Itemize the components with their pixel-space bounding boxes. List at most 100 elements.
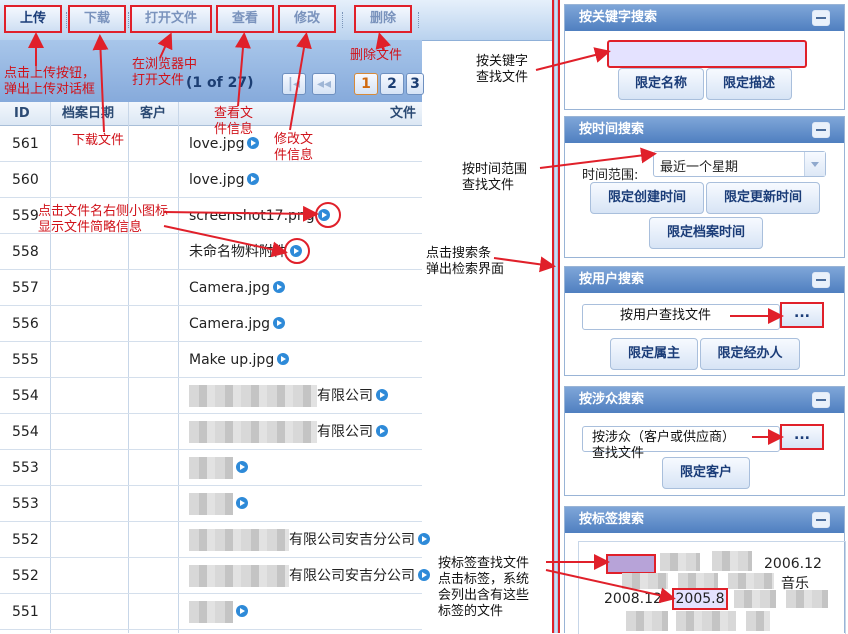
table-row[interactable]: 560 love.jpg [0,162,422,198]
view-button[interactable]: 查看 [216,5,274,33]
file-info-icon[interactable] [236,497,248,509]
file-info-icon[interactable] [236,605,248,617]
limit-created-time-button[interactable]: 限定创建时间 [590,182,704,214]
limit-archive-time-button[interactable]: 限定档案时间 [649,217,763,249]
tag-item[interactable] [660,553,700,571]
file-name-text: love.jpg [189,172,245,188]
table-row[interactable]: 556 Camera.jpg [0,306,422,342]
choose-party-button[interactable]: ... [780,424,824,450]
file-info-icon[interactable] [418,533,430,545]
limit-name-button[interactable]: 限定名称 [618,68,704,100]
file-info-icon[interactable] [247,173,260,185]
search-splitter-bar[interactable] [552,0,560,633]
delete-button[interactable]: 删除 [354,5,412,33]
file-info-icon[interactable] [273,281,286,293]
tag-item[interactable] [626,611,668,631]
tag-item[interactable] [622,573,668,589]
file-name-link[interactable]: 有限公司安吉分公司 [189,522,430,558]
column-archive-date[interactable]: 档案日期 [62,102,114,125]
tag-item[interactable] [678,573,718,589]
table-row[interactable]: 558 未命名物料附件 [0,234,422,270]
column-client[interactable]: 客户 [140,102,166,125]
file-name-link[interactable]: 有限公司 [189,414,388,450]
annotation-keyword: 按关键字 查找文件 [476,54,529,85]
annotation-open-file: 在浏览器中 打开文件 [132,57,198,88]
file-info-icon[interactable] [376,425,388,437]
collapse-icon[interactable] [812,10,830,26]
file-name-link[interactable]: Camera.jpg [189,270,286,306]
tag-item-selected[interactable]: 2005.8 [672,588,728,610]
row-id: 557 [12,280,39,296]
tag-item[interactable] [746,611,770,631]
column-id[interactable]: ID [14,102,30,125]
time-range-select[interactable]: 最近一个星期 [653,151,826,177]
tag-item[interactable]: 2008.12 [604,591,662,607]
tag-item[interactable] [712,551,752,571]
upload-button[interactable]: 上传 [4,5,62,33]
row-id: 552 [12,532,39,548]
keyword-input[interactable] [607,40,807,68]
table-row[interactable]: 553 [0,450,422,486]
tag-item[interactable] [606,554,656,574]
file-info-icon[interactable] [236,461,248,473]
table-row[interactable]: 552 有限公司安吉分公司 [0,522,430,558]
collapse-icon[interactable] [812,512,830,528]
file-info-icon[interactable] [277,353,290,365]
file-name-text: 有限公司安吉分公司 [289,568,415,584]
file-name-link[interactable] [189,594,248,630]
open-file-button[interactable]: 打开文件 [130,5,212,33]
panel-title[interactable]: 按关键字搜索 [565,5,844,31]
file-info-icon[interactable] [418,569,430,581]
row-id: 554 [12,388,39,404]
table-row[interactable]: 551 [0,594,422,630]
limit-handler-button[interactable]: 限定经办人 [700,338,800,370]
redacted-text [189,493,233,515]
collapse-icon[interactable] [812,122,830,138]
tag-item[interactable] [734,590,776,608]
annotation-time: 按时间范围 查找文件 [462,162,528,193]
column-file[interactable]: 文件 [390,102,416,125]
panel-title[interactable]: 按涉众搜索 [565,387,844,413]
panel-title[interactable]: 按用户搜索 [565,267,844,293]
file-name-link[interactable]: 有限公司安吉分公司 [189,558,430,594]
choose-user-button[interactable]: ... [780,302,824,328]
file-info-icon[interactable] [247,137,260,149]
tag-item[interactable] [676,611,736,631]
annotation-file-icon: 点击文件名右侧小图标 显示文件简略信息 [38,204,169,235]
table-row[interactable]: 553 [0,486,422,522]
table-row[interactable]: 552 有限公司安吉分公司 [0,558,430,594]
first-page-button[interactable]: |◂ [282,73,306,95]
time-range-label: 时间范围: [582,168,639,183]
table-row[interactable]: 557 Camera.jpg [0,270,422,306]
tag-item[interactable] [728,573,774,589]
file-info-icon[interactable] [273,317,286,329]
file-name-link[interactable]: Make up.jpg [189,342,290,378]
prev-page-button[interactable]: ◂◂ [312,73,336,95]
collapse-icon[interactable] [812,272,830,288]
file-name-link[interactable]: screenshot17.png [189,198,330,234]
table-row[interactable]: 555 Make up.jpg [0,342,422,378]
page-3-button[interactable]: 3 [406,73,424,95]
table-row[interactable]: 561 love.jpg [0,126,422,162]
file-name-link[interactable]: love.jpg [189,162,260,198]
file-name-link[interactable] [189,450,248,486]
tag-item[interactable]: 2006.12 [764,556,822,572]
limit-updated-time-button[interactable]: 限定更新时间 [706,182,820,214]
collapse-icon[interactable] [812,392,830,408]
file-info-icon[interactable] [376,389,388,401]
panel-title[interactable]: 按标签搜索 [565,507,844,533]
edit-button[interactable]: 修改 [278,5,336,33]
file-name-text: screenshot17.png [189,208,315,224]
file-name-link[interactable]: Camera.jpg [189,306,286,342]
limit-owner-button[interactable]: 限定属主 [610,338,698,370]
download-button[interactable]: 下载 [68,5,126,33]
panel-title[interactable]: 按时间搜索 [565,117,844,143]
file-name-link[interactable] [189,486,248,522]
table-row[interactable]: 554 有限公司 [0,378,422,414]
page-1-button[interactable]: 1 [354,73,378,95]
page-2-button[interactable]: 2 [380,73,404,95]
file-name-link[interactable]: 有限公司 [189,378,388,414]
tag-item[interactable] [786,590,828,608]
limit-description-button[interactable]: 限定描述 [706,68,792,100]
table-row[interactable]: 554 有限公司 [0,414,422,450]
